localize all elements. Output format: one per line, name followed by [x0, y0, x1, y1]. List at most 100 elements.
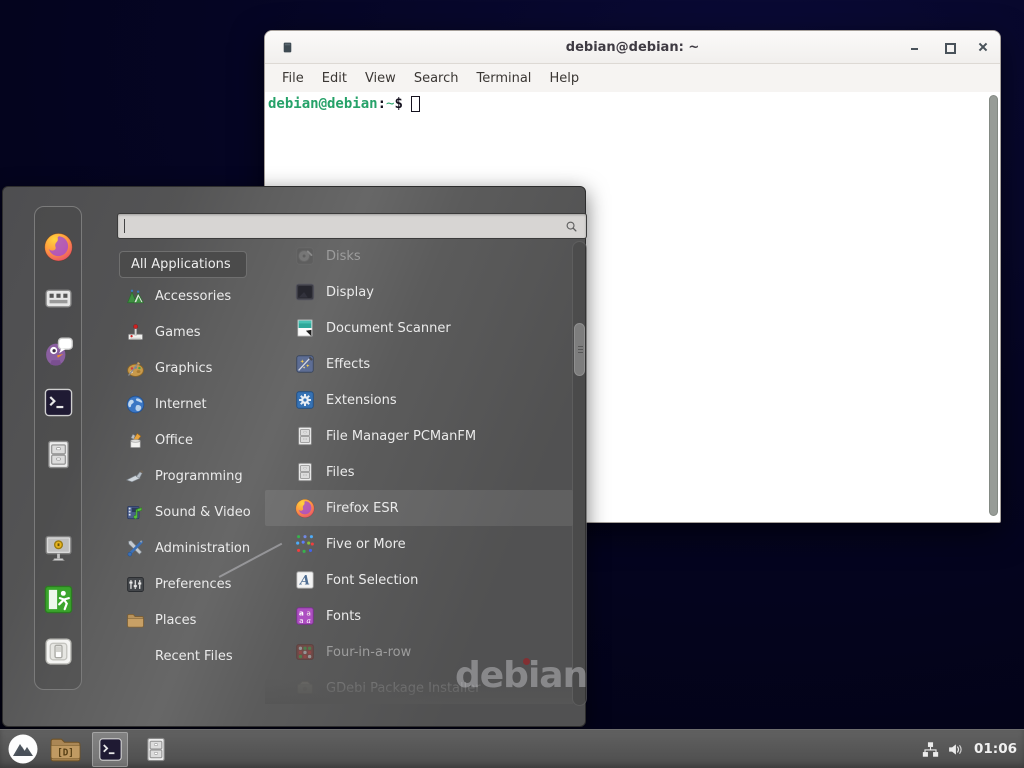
- app-label: Extensions: [326, 393, 397, 408]
- application-list: Disks Display Document Scanner Effects Exten…: [265, 238, 573, 704]
- app-item-file-manager-pcmanfm[interactable]: File Manager PCManFM: [265, 418, 573, 454]
- terminal-cursor: [411, 96, 420, 112]
- category-label: Office: [155, 433, 193, 448]
- taskbar: [D] 01:06: [0, 729, 1024, 768]
- app-item-display[interactable]: Display: [265, 274, 573, 310]
- taskbar-launchers: [D]: [0, 730, 170, 768]
- category-games[interactable]: Games: [117, 314, 265, 350]
- app-item-document-scanner[interactable]: Document Scanner: [265, 310, 573, 346]
- favorite-software[interactable]: [42, 282, 75, 315]
- games-icon: [125, 322, 146, 343]
- category-administration[interactable]: Administration: [117, 530, 265, 566]
- app-item-effects[interactable]: Effects: [265, 346, 573, 382]
- favorite-file-manager[interactable]: [42, 438, 75, 471]
- gdebi-icon: [294, 677, 316, 699]
- window-controls: [910, 31, 988, 63]
- app-item-font-selection[interactable]: AFont Selection: [265, 562, 573, 598]
- favorite-pidgin[interactable]: [42, 334, 75, 367]
- effects-icon: [294, 353, 316, 375]
- app-item-disks[interactable]: Disks: [265, 238, 573, 274]
- app-label: Font Selection: [326, 573, 418, 588]
- category-graphics[interactable]: Graphics: [117, 350, 265, 386]
- category-places[interactable]: Places: [117, 602, 265, 638]
- category-label: Games: [155, 325, 200, 340]
- volume-icon[interactable]: [947, 741, 964, 758]
- terminal-scrollbar[interactable]: [988, 95, 998, 516]
- file-cabinet-icon: [294, 425, 316, 447]
- search-box[interactable]: [117, 213, 587, 239]
- category-label: Graphics: [155, 361, 212, 376]
- category-label: Accessories: [155, 289, 231, 304]
- all-applications-label: All Applications: [131, 257, 231, 272]
- app-label: Firefox ESR: [326, 501, 399, 516]
- disks-icon: [294, 245, 316, 267]
- category-label: Places: [155, 613, 196, 628]
- sound-video-icon: [125, 502, 146, 523]
- prompt-separator: :: [378, 96, 386, 112]
- prompt-user-host: debian@debian: [268, 96, 378, 112]
- app-item-five-or-more[interactable]: Five or More: [265, 526, 573, 562]
- category-sound-video[interactable]: Sound & Video: [117, 494, 265, 530]
- terminal-titlebar[interactable]: debian@debian: ~: [265, 31, 1000, 64]
- category-office[interactable]: Office: [117, 422, 265, 458]
- category-preferences[interactable]: Preferences: [117, 566, 265, 602]
- system-tray: 01:06: [922, 730, 1017, 768]
- category-label: Sound & Video: [155, 505, 251, 520]
- taskbar-files-folder-button[interactable]: [D]: [49, 735, 82, 764]
- applications-menu: All Applications Accessories Games Graphic…: [2, 186, 586, 727]
- favorite-firefox[interactable]: [42, 230, 75, 263]
- office-icon: [125, 430, 146, 451]
- menubar-item-edit[interactable]: Edit: [313, 71, 356, 86]
- favorite-terminal[interactable]: [42, 386, 75, 419]
- app-label: Files: [326, 465, 355, 480]
- fonts-icon: aaaa: [294, 605, 316, 627]
- svg-text:a: a: [306, 616, 310, 625]
- network-icon[interactable]: [922, 741, 939, 758]
- five-or-more-icon: [294, 533, 316, 555]
- svg-text:[D]: [D]: [57, 747, 74, 758]
- app-item-four-in-a-row[interactable]: Four-in-a-row: [265, 634, 573, 670]
- app-item-fonts[interactable]: aaaa Fonts: [265, 598, 573, 634]
- app-item-firefox-esr[interactable]: Firefox ESR: [265, 490, 573, 526]
- menubar-item-search[interactable]: Search: [405, 71, 468, 86]
- terminal-scrollbar-thumb[interactable]: [989, 95, 998, 516]
- logout-button[interactable]: [42, 583, 75, 616]
- preferences-icon: [125, 574, 146, 595]
- minimize-button[interactable]: [910, 42, 920, 52]
- category-recent-files[interactable]: Recent Files: [117, 638, 265, 674]
- lock-screen-button[interactable]: [42, 531, 75, 564]
- app-item-files[interactable]: Files: [265, 454, 573, 490]
- all-applications-button[interactable]: All Applications: [119, 251, 247, 278]
- app-item-extensions[interactable]: Extensions: [265, 382, 573, 418]
- app-label: GDebi Package Installer: [326, 681, 481, 696]
- maximize-button[interactable]: [944, 42, 954, 52]
- internet-icon: [125, 394, 146, 415]
- category-accessories[interactable]: Accessories: [117, 278, 265, 314]
- window-title: debian@debian: ~: [566, 40, 699, 55]
- app-label: Fonts: [326, 609, 361, 624]
- shutdown-button[interactable]: [42, 635, 75, 668]
- terminal-title-icon: [281, 40, 294, 55]
- menubar-item-help[interactable]: Help: [540, 71, 588, 86]
- menu-scrollbar[interactable]: [572, 241, 587, 706]
- terminal-menubar: FileEditViewSearchTerminalHelp: [265, 64, 1000, 92]
- app-label: Effects: [326, 357, 370, 372]
- taskbar-terminal-button[interactable]: [92, 732, 128, 767]
- prompt-line: debian@debian:~$: [268, 95, 420, 114]
- menubar-item-view[interactable]: View: [356, 71, 405, 86]
- close-button[interactable]: [978, 42, 988, 52]
- app-label: Document Scanner: [326, 321, 451, 336]
- app-label: Display: [326, 285, 374, 300]
- menu-scrollbar-thumb[interactable]: [574, 323, 585, 376]
- category-programming[interactable]: Programming: [117, 458, 265, 494]
- menubar-item-terminal[interactable]: Terminal: [467, 71, 540, 86]
- app-item-gdebi-package-installer[interactable]: GDebi Package Installer: [265, 670, 573, 704]
- search-input[interactable]: [125, 214, 564, 238]
- category-label: Administration: [155, 541, 250, 556]
- menubar-item-file[interactable]: File: [273, 71, 313, 86]
- places-icon: [125, 610, 146, 631]
- taskbar-file-manager-button[interactable]: [142, 734, 170, 765]
- category-internet[interactable]: Internet: [117, 386, 265, 422]
- file-cabinet-icon: [294, 461, 316, 483]
- taskbar-menu-button[interactable]: [7, 733, 39, 765]
